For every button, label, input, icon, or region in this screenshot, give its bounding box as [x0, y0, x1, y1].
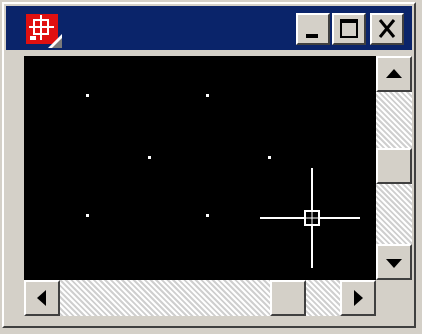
grid-dot: [206, 214, 209, 217]
maximize-button[interactable]: [332, 13, 366, 45]
close-icon: [378, 19, 396, 38]
drawing-app-icon[interactable]: [26, 14, 62, 48]
scroll-right-button[interactable]: [340, 280, 376, 316]
minimize-icon: [306, 34, 318, 38]
horizontal-scrollbar[interactable]: [24, 280, 376, 316]
grid-dot: [86, 214, 89, 217]
vertical-scrollbar[interactable]: [376, 56, 412, 280]
close-button[interactable]: [370, 13, 404, 45]
scroll-down-button[interactable]: [376, 244, 412, 280]
grid-dot: [268, 156, 271, 159]
arrow-down-icon: [386, 259, 402, 268]
minimize-button[interactable]: [296, 13, 330, 45]
client-area: [24, 56, 412, 316]
crosshair-cursor-icon: [260, 168, 360, 268]
title-bar[interactable]: [6, 6, 412, 50]
drawing-window: [2, 2, 416, 328]
grid-dot: [148, 156, 151, 159]
drawing-canvas[interactable]: [24, 56, 376, 280]
maximize-icon: [340, 19, 358, 38]
arrow-up-icon: [386, 69, 402, 78]
vertical-scroll-thumb[interactable]: [376, 148, 412, 184]
scrollbar-corner: [376, 280, 412, 316]
grid-dot: [206, 94, 209, 97]
arrow-right-icon: [354, 290, 363, 306]
grid-dot: [86, 94, 89, 97]
scroll-left-button[interactable]: [24, 280, 60, 316]
arrow-left-icon: [37, 290, 46, 306]
scroll-up-button[interactable]: [376, 56, 412, 92]
horizontal-scroll-thumb[interactable]: [270, 280, 306, 316]
